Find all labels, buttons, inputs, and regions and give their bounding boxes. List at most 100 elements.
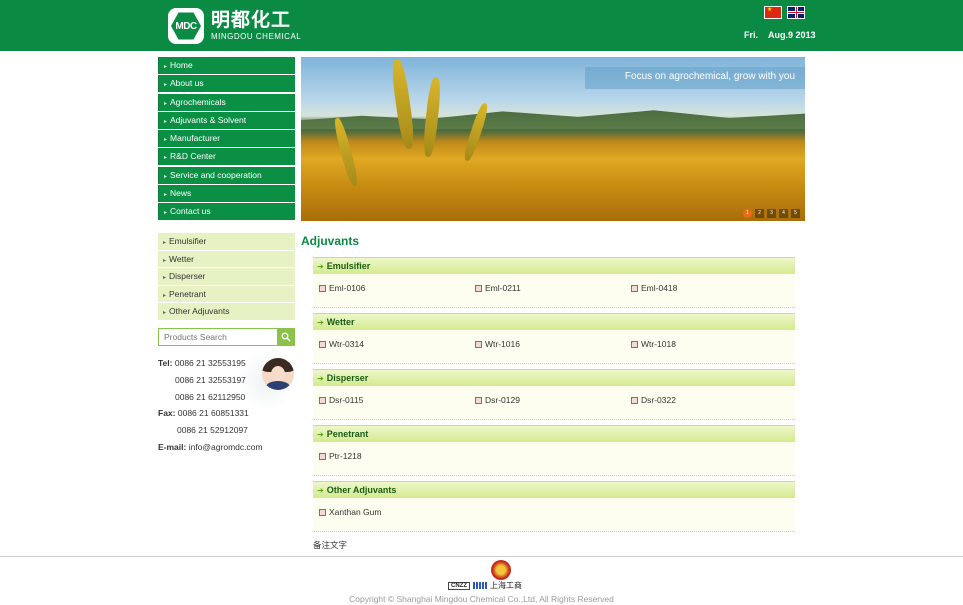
- chevron-right-icon: ▸: [163, 292, 167, 299]
- header-date: Fri. Aug.9 2013: [744, 30, 816, 40]
- nav-item-news[interactable]: ▸ News: [158, 185, 295, 203]
- image-icon: [319, 453, 326, 460]
- section-header[interactable]: ➔ Disperser: [313, 369, 795, 386]
- product-link[interactable]: Xanthan Gum: [319, 507, 381, 517]
- image-icon: [631, 285, 638, 292]
- tel-number: 0086 21 62112950: [175, 391, 246, 402]
- national-emblem-icon[interactable]: [491, 560, 511, 580]
- nav-item-label: About us: [170, 78, 204, 89]
- hero-banner: Focus on agrochemical, grow with you 1 2…: [301, 57, 805, 221]
- search-button[interactable]: [277, 329, 294, 345]
- nav-item-label: Manufacturer: [170, 133, 221, 144]
- product-list: Ptr-1218: [313, 442, 795, 476]
- subnav-item-penetrant[interactable]: ▸ Penetrant: [158, 285, 295, 302]
- section-title: Penetrant: [326, 429, 369, 439]
- nav-item-contact-us[interactable]: ▸ Contact us: [158, 203, 295, 221]
- product-name: Ptr-1218: [329, 451, 362, 461]
- product-link[interactable]: Wtr-1018: [631, 339, 676, 349]
- tel-label: Tel:: [158, 358, 173, 368]
- product-name: Eml-0418: [641, 283, 678, 293]
- site-header: MDC 明都化工 MINGDOU CHEMICAL Fri. Aug.9 2013: [0, 0, 963, 51]
- contact-info: Tel: 0086 21 32553195 0086 21 32553197 0…: [158, 355, 295, 456]
- chevron-right-icon: ▸: [164, 118, 168, 125]
- search-input[interactable]: [159, 329, 277, 345]
- nav-item-label: Service and cooperation: [170, 169, 262, 180]
- fax-label: Fax:: [158, 408, 176, 419]
- copyright-text: Copyright © Shanghai Mingdou Chemical Co…: [349, 594, 614, 604]
- section-header[interactable]: ➔ Penetrant: [313, 425, 795, 442]
- nav-item-adjuvants-solvent[interactable]: ▸ Adjuvants & Solvent: [158, 111, 295, 129]
- banner-hills: [301, 110, 805, 129]
- subnav-item-label: Penetrant: [169, 288, 206, 299]
- image-icon: [319, 397, 326, 404]
- product-link[interactable]: Ptr-1218: [319, 451, 362, 461]
- product-link[interactable]: Dsr-0115: [319, 395, 363, 405]
- product-name: Dsr-0129: [485, 395, 520, 405]
- section-disperser: ➔ Disperser Dsr-0115 Dsr-0129 Dsr-0322: [313, 369, 795, 420]
- nav-item-label: Home: [170, 60, 193, 70]
- product-name: Eml-0211: [485, 283, 521, 293]
- subnav-item-label: Emulsifier: [169, 236, 207, 246]
- image-icon: [631, 341, 638, 348]
- chevron-right-icon: ▸: [163, 257, 167, 264]
- section-emulsifier: ➔ Emulsifier Eml-0106 Eml-0211 Eml-0418: [313, 257, 795, 308]
- cnzz-badge[interactable]: CNZZ: [448, 581, 470, 590]
- subnav-item-label: Wetter: [169, 253, 194, 264]
- slide-dot[interactable]: 5: [791, 209, 800, 218]
- site-logo[interactable]: MDC 明都化工 MINGDOU CHEMICAL: [168, 8, 301, 44]
- chevron-right-icon: ▸: [164, 64, 168, 70]
- section-title: Other Adjuvants: [326, 485, 397, 495]
- logo-english-name: MINGDOU CHEMICAL: [211, 32, 302, 41]
- chevron-right-icon: ▸: [164, 210, 168, 217]
- chevron-right-icon: ▸: [164, 82, 168, 89]
- logo-mark-text: MDC: [171, 12, 201, 40]
- image-icon: [319, 341, 326, 348]
- subnav-item-wetter[interactable]: ▸ Wetter: [158, 250, 295, 267]
- product-link[interactable]: Wtr-0314: [319, 339, 364, 349]
- section-header[interactable]: ➔ Wetter: [313, 313, 795, 330]
- slide-dot[interactable]: 3: [767, 209, 776, 218]
- image-icon: [475, 397, 482, 404]
- uk-flag-icon[interactable]: [787, 6, 805, 19]
- china-flag-icon[interactable]: [764, 6, 782, 19]
- nav-item-manufacturer[interactable]: ▸ Manufacturer: [158, 130, 295, 148]
- section-header[interactable]: ➔ Emulsifier: [313, 257, 795, 274]
- nav-item-label: Adjuvants & Solvent: [170, 114, 247, 125]
- section-header[interactable]: ➔ Other Adjuvants: [313, 481, 795, 498]
- section-title: Emulsifier: [326, 261, 371, 271]
- badge-strip-icon: [473, 582, 487, 589]
- subnav-item-other-adjuvants[interactable]: ▸ Other Adjuvants: [158, 303, 295, 320]
- product-link[interactable]: Dsr-0129: [475, 395, 520, 405]
- shanghai-business-badge[interactable]: 上海工商: [490, 580, 522, 591]
- product-link[interactable]: Wtr-1016: [475, 339, 520, 349]
- product-link[interactable]: Eml-0211: [475, 283, 521, 293]
- nav-item-agrochemicals[interactable]: ▸ Agrochemicals: [158, 93, 295, 111]
- product-list: Wtr-0314 Wtr-1016 Wtr-1018: [313, 330, 795, 364]
- nav-item-home[interactable]: ▸ Home: [158, 57, 295, 74]
- nav-item-label: R&D Center: [170, 151, 216, 162]
- logo-chinese-name: 明都化工: [211, 9, 292, 31]
- slide-dot[interactable]: 2: [755, 209, 764, 218]
- product-list: Dsr-0115 Dsr-0129 Dsr-0322: [313, 386, 795, 420]
- product-link[interactable]: Eml-0418: [631, 283, 677, 293]
- product-link[interactable]: Dsr-0322: [631, 395, 676, 405]
- subnav-item-emulsifier[interactable]: ▸ Emulsifier: [158, 233, 295, 250]
- product-name: Wtr-1016: [485, 339, 520, 349]
- product-link[interactable]: Eml-0106: [319, 283, 365, 293]
- email-label: E-mail:: [158, 441, 187, 452]
- image-icon: [631, 397, 638, 404]
- nav-item-service-cooperation[interactable]: ▸ Service and cooperation: [158, 166, 295, 184]
- section-wetter: ➔ Wetter Wtr-0314 Wtr-1016 Wtr-1018: [313, 313, 795, 364]
- chevron-right-icon: ▸: [164, 100, 168, 107]
- slide-dot[interactable]: 1: [743, 209, 752, 218]
- email-link[interactable]: info@agromdc.com: [189, 442, 263, 452]
- nav-item-rd-center[interactable]: ▸ R&D Center: [158, 148, 295, 166]
- chevron-right-icon: ▸: [163, 240, 167, 246]
- nav-item-label: News: [170, 188, 192, 199]
- slide-dot[interactable]: 4: [779, 209, 788, 218]
- arrow-right-icon: ➔: [317, 318, 324, 327]
- nav-item-about-us[interactable]: ▸ About us: [158, 75, 295, 93]
- image-icon: [319, 509, 326, 516]
- product-list: Xanthan Gum: [313, 498, 795, 532]
- subnav-item-disperser[interactable]: ▸ Disperser: [158, 268, 295, 285]
